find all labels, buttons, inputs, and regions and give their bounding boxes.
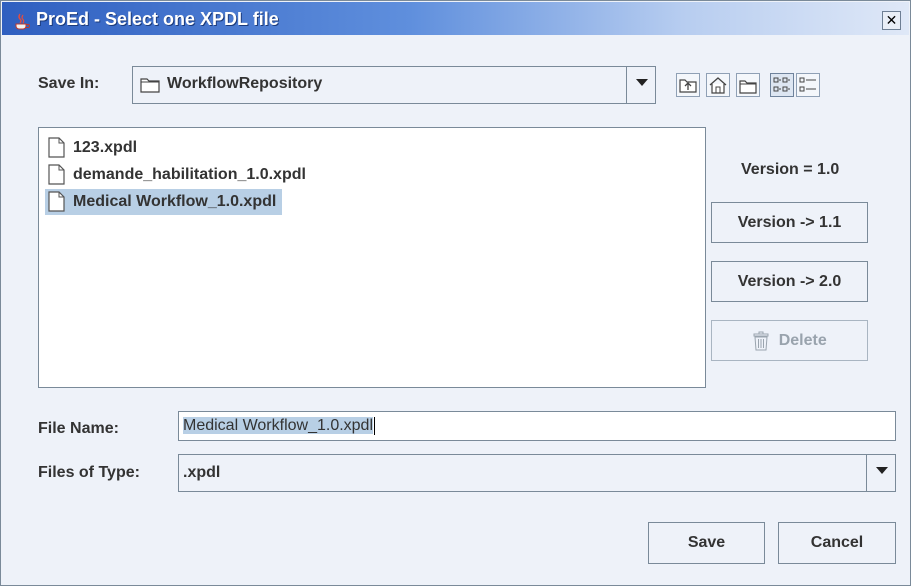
cancel-label: Cancel <box>810 534 864 551</box>
chevron-down-icon <box>876 467 888 474</box>
file-name-label: File Name: <box>38 420 119 437</box>
text-caret <box>374 416 376 435</box>
file-name-text: demande_habilitation_1.0.xpdl <box>73 166 306 183</box>
file-name-text: Medical Workflow_1.0.xpdl <box>73 193 277 210</box>
details-view-icon <box>799 77 816 92</box>
file-list-item[interactable]: 123.xpdl <box>45 135 143 161</box>
delete-button[interactable]: Delete <box>711 320 868 361</box>
chevron-down-icon <box>636 79 648 86</box>
close-button[interactable]: ✕ <box>882 11 901 30</box>
file-icon <box>48 164 65 185</box>
file-name-input[interactable]: Medical Workflow_1.0.xpdl <box>178 411 896 441</box>
details-view-button[interactable] <box>796 73 820 97</box>
save-in-value: WorkflowRepository <box>167 75 323 92</box>
home-icon <box>709 77 727 94</box>
files-of-type-dropdown-arrow[interactable] <box>866 455 895 491</box>
list-view-button[interactable] <box>770 73 794 97</box>
file-list[interactable]: 123.xpdl demande_habilitation_1.0.xpdl M… <box>38 127 706 388</box>
files-of-type-label: Files of Type: <box>38 464 140 481</box>
up-one-level-button[interactable] <box>676 73 700 97</box>
version-2-0-button[interactable]: Version -> 2.0 <box>711 261 868 302</box>
save-in-label: Save In: <box>38 75 100 92</box>
title-bar[interactable]: ProEd - Select one XPDL file ✕ <box>2 2 909 35</box>
file-name-value: Medical Workflow_1.0.xpdl <box>183 417 374 434</box>
version-1-1-label: Version -> 1.1 <box>737 214 842 231</box>
home-button[interactable] <box>706 73 730 97</box>
files-of-type-value: .xpdl <box>183 464 221 481</box>
window-title: ProEd - Select one XPDL file <box>36 9 279 29</box>
close-icon: ✕ <box>885 12 898 28</box>
save-button[interactable]: Save <box>648 522 765 564</box>
file-icon <box>48 137 65 158</box>
file-list-item-selected[interactable]: Medical Workflow_1.0.xpdl <box>45 189 283 215</box>
files-of-type-combo[interactable]: .xpdl <box>178 454 896 492</box>
save-in-dropdown-arrow[interactable] <box>626 67 655 103</box>
up-one-level-icon <box>679 79 697 93</box>
version-1-1-button[interactable]: Version -> 1.1 <box>711 202 868 243</box>
file-name-text: 123.xpdl <box>73 139 138 156</box>
dialog-content: Save In: WorkflowRepository 123.xpdl dem… <box>2 35 909 585</box>
file-chooser-dialog: ProEd - Select one XPDL file ✕ Save In: … <box>0 0 911 586</box>
save-label: Save <box>687 534 726 551</box>
version-status-text: Version = 1.0 <box>741 161 840 178</box>
new-folder-button[interactable] <box>736 73 760 97</box>
list-view-icon <box>773 77 790 92</box>
cancel-button[interactable]: Cancel <box>778 522 896 564</box>
file-list-item[interactable]: demande_habilitation_1.0.xpdl <box>45 162 312 188</box>
trash-icon <box>753 331 769 351</box>
file-icon <box>48 191 65 212</box>
delete-label: Delete <box>778 332 827 349</box>
save-in-combo[interactable]: WorkflowRepository <box>132 66 656 104</box>
folder-icon <box>140 78 160 93</box>
version-2-0-label: Version -> 2.0 <box>737 273 842 290</box>
new-folder-icon <box>739 80 757 94</box>
java-cup-icon <box>15 13 30 30</box>
